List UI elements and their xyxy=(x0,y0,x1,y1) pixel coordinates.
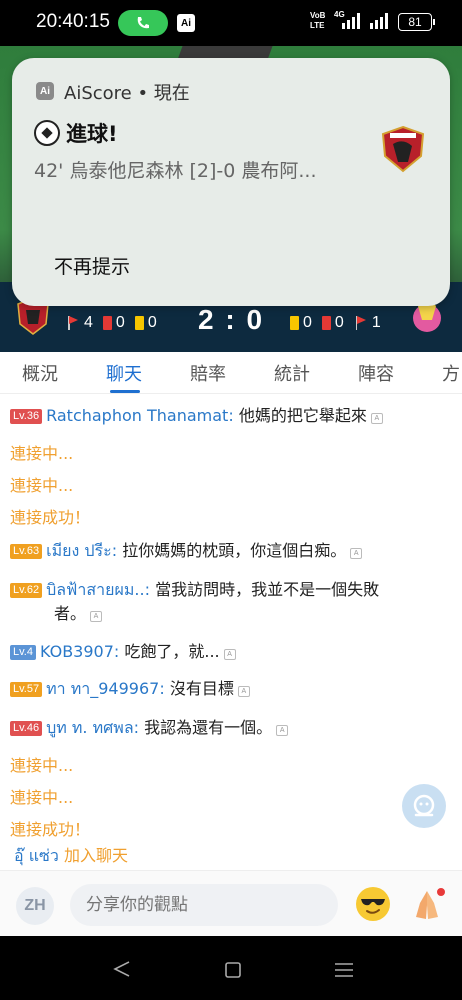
tab-stats[interactable]: 統計 xyxy=(274,360,310,386)
chat-text: 沒有目標 xyxy=(169,679,234,698)
yellow-card-icon xyxy=(290,316,299,330)
chat-username[interactable]: Ratchaphon Thanamat: xyxy=(46,406,234,425)
pray-hands-icon[interactable] xyxy=(408,887,446,923)
battery-icon: 81 xyxy=(398,13,435,31)
away-yellow-cards: 0 xyxy=(303,314,312,331)
match-tabs: 概況 聊天 賠率 統計 陣容 方 xyxy=(0,352,462,394)
join-text: 加入聊天 xyxy=(63,846,128,865)
level-badge: Lv.62 xyxy=(10,583,43,598)
chat-message: Lv.63 เมียง ปรีะ: 拉你媽媽的枕頭，你這個白痴。 A xyxy=(10,539,363,563)
back-icon[interactable] xyxy=(112,960,132,978)
system-nav-bar xyxy=(0,936,462,1000)
chat-message-continuation: 者。 A xyxy=(54,602,103,626)
chat-username[interactable]: เมียง ปรีะ: xyxy=(46,541,117,560)
system-message: 連接成功！ xyxy=(10,820,91,839)
system-message: 連接中... xyxy=(10,756,74,775)
chat-message: Lv.62 บิลฟ้าสายผม..: 當我訪問時，我並不是一個失敗 xyxy=(10,578,450,602)
tab-odds[interactable]: 賠率 xyxy=(190,360,226,386)
home-red-cards: 0 xyxy=(115,314,125,331)
chat-bot-button[interactable] xyxy=(402,784,446,828)
signal-icon-2 xyxy=(370,13,388,29)
notification-body: 42' 烏泰他尼森林 [2]-0 農布阿... xyxy=(34,160,317,182)
soccer-ball-icon xyxy=(34,120,60,146)
chat-text: 吃飽了，就... xyxy=(124,642,220,661)
system-message: 連接中... xyxy=(10,444,74,463)
notification-app-line: AiScore • 現在 xyxy=(64,83,190,104)
chat-text: 我認為還有一個。 xyxy=(144,718,273,737)
corner-flag-icon xyxy=(354,316,368,330)
chat-list[interactable]: Lv.36 Ratchaphon Thanamat: 他媽的把它舉起來 A 連接中.… xyxy=(0,394,462,870)
signal-icon-1 xyxy=(342,13,360,29)
chat-text: 者。 xyxy=(54,604,87,623)
chat-input[interactable] xyxy=(70,884,338,926)
team-crest-icon xyxy=(381,125,425,173)
network-label: VoB LTE xyxy=(310,11,325,31)
clock: 20:40:15 xyxy=(36,11,110,32)
sunglasses-emoji-icon[interactable] xyxy=(356,887,390,921)
red-card-icon xyxy=(102,316,112,330)
chat-message: Lv.57 ทา ทา_949967: 沒有目標 A xyxy=(10,677,250,701)
ai-app-chip: Ai xyxy=(177,14,195,32)
chat-username[interactable]: ทา ทา_949967: xyxy=(46,679,165,698)
translate-icon[interactable]: A xyxy=(90,611,103,622)
join-message: อุ๊ แซ่ว 加入聊天 xyxy=(14,844,128,868)
status-bar: 20:40:15 Ai VoB LTE 4G 81 xyxy=(0,0,462,46)
home-stats: 4 0 0 xyxy=(66,314,157,332)
system-message: 連接成功！ xyxy=(10,508,91,527)
corner-flag-icon xyxy=(66,316,80,330)
away-stats: 0 0 1 xyxy=(290,314,381,332)
home-yellow-cards: 0 xyxy=(147,314,157,331)
tab-more[interactable]: 方 xyxy=(442,360,460,386)
chat-input-bar: ZH xyxy=(0,870,462,936)
chat-message: Lv.36 Ratchaphon Thanamat: 他媽的把它舉起來 A xyxy=(10,404,383,428)
level-badge: Lv.63 xyxy=(10,544,43,559)
home-icon[interactable] xyxy=(224,961,242,979)
notification-title: 進球! xyxy=(66,122,118,146)
tab-overview[interactable]: 概況 xyxy=(22,360,58,386)
system-message: 連接中... xyxy=(10,476,74,495)
dont-show-again-button[interactable]: 不再提示 xyxy=(52,250,132,281)
system-message: 連接中... xyxy=(10,788,74,807)
recents-icon[interactable] xyxy=(334,962,354,978)
home-corners: 4 xyxy=(84,314,93,331)
chat-text: 當我訪問時，我並不是一個失敗 xyxy=(155,580,380,599)
tab-lineup[interactable]: 陣容 xyxy=(358,360,394,386)
translate-icon[interactable]: A xyxy=(237,686,250,697)
language-avatar[interactable]: ZH xyxy=(16,887,54,925)
translate-icon[interactable]: A xyxy=(276,725,289,736)
translate-icon[interactable]: A xyxy=(223,649,236,660)
level-badge: Lv.46 xyxy=(10,721,43,736)
level-badge: Lv.36 xyxy=(10,409,43,424)
chat-message: Lv.46 บูท ท. ทศพล: 我認為還有一個。 A xyxy=(10,716,289,740)
chat-text: 他媽的把它舉起來 xyxy=(238,406,367,425)
join-username[interactable]: อุ๊ แซ่ว xyxy=(14,846,59,865)
away-red-cards: 0 xyxy=(334,314,344,331)
chat-message: Lv.4 KOB3907: 吃飽了，就... A xyxy=(10,640,236,664)
volte-label: VoB xyxy=(310,11,326,20)
active-tab-indicator xyxy=(110,390,140,393)
lte-label: LTE xyxy=(310,21,325,30)
level-badge: Lv.57 xyxy=(10,682,43,697)
red-card-icon xyxy=(321,316,331,330)
translate-icon[interactable]: A xyxy=(350,548,363,559)
goal-notification[interactable]: Ai AiScore • 現在 進球! 42' 烏泰他尼森林 [2]-0 農布阿… xyxy=(12,58,450,306)
translate-icon[interactable]: A xyxy=(370,413,383,424)
tab-chat[interactable]: 聊天 xyxy=(106,360,142,386)
chat-username[interactable]: KOB3907: xyxy=(40,642,119,661)
call-indicator[interactable] xyxy=(118,10,168,36)
match-score: 2 : 0 xyxy=(197,304,265,335)
level-badge: Lv.4 xyxy=(10,645,36,660)
chat-text: 拉你媽媽的枕頭，你這個白痴。 xyxy=(122,541,347,560)
chat-username[interactable]: บูท ท. ทศพล: xyxy=(46,718,139,737)
chat-bot-icon xyxy=(413,794,435,817)
yellow-card-icon xyxy=(134,316,144,330)
chat-username[interactable]: บิลฟ้าสายผม..: xyxy=(46,580,150,599)
away-corners: 1 xyxy=(371,314,381,331)
aiscore-app-icon: Ai xyxy=(36,82,54,100)
notification-title-row: 進球! xyxy=(34,118,118,148)
phone-icon xyxy=(137,17,149,29)
